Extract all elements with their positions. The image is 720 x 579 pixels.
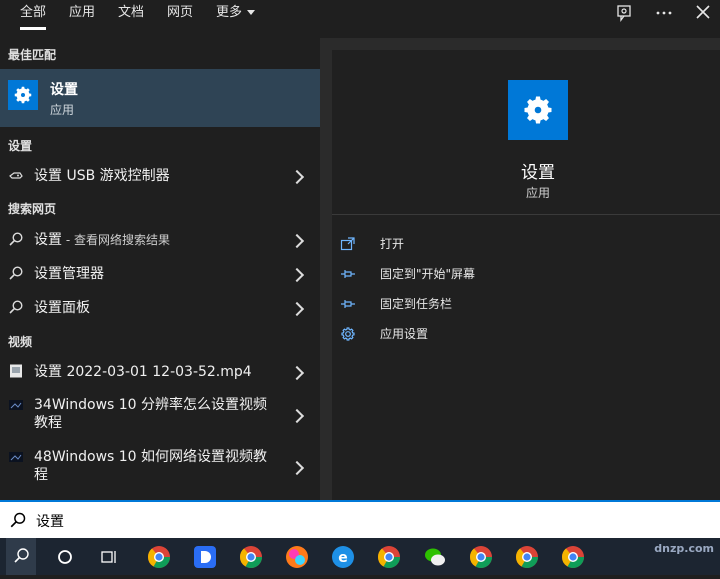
pin-icon (340, 296, 356, 312)
search-icon (9, 511, 27, 529)
tab-web[interactable]: 网页 (167, 0, 193, 38)
cortana-button[interactable] (52, 544, 78, 570)
search-icon (8, 299, 24, 315)
app-d-icon[interactable] (192, 544, 218, 570)
best-match-item[interactable] (0, 69, 320, 127)
detail-title: 设置 (521, 163, 555, 183)
web-result-suffix: - 查看网络搜索结果 (62, 233, 170, 247)
open-icon (340, 236, 356, 252)
list-item-video-3[interactable]: 48Windows 10 如何网络设置视频教 程 (0, 446, 320, 490)
list-item-usb-controller[interactable]: 设置 USB 游戏控制器 (0, 164, 320, 188)
section-settings: 设置 (8, 139, 33, 153)
gamepad-icon (8, 167, 24, 183)
detail-subtitle: 应用 (525, 186, 550, 200)
best-match-subtitle: 应用 (50, 103, 75, 117)
list-item-web-settings-panel[interactable]: 设置面板 (0, 296, 320, 320)
action-label: 打开 (380, 237, 405, 251)
video-file-icon (8, 363, 24, 379)
wechat-icon[interactable] (422, 544, 448, 570)
section-web: 搜索网页 (8, 202, 57, 216)
tab-apps[interactable]: 应用 (69, 0, 95, 38)
list-item-label-line1: 34Windows 10 分辨率怎么设置视频 (34, 397, 268, 413)
chevron-right-icon (289, 267, 305, 283)
chevron-right-icon (289, 301, 305, 317)
list-item-video-1[interactable]: 设置 2022-03-01 12-03-52.mp4 (0, 360, 320, 384)
video-thumbnail-icon (8, 449, 24, 465)
tab-all[interactable]: 全部 (20, 0, 47, 38)
photos-icon[interactable] (284, 544, 310, 570)
detail-pane: 设置 应用 打开 固定到"开始"屏幕 固定到任务栏 应用设置 (320, 38, 720, 500)
action-label: 应用设置 (380, 327, 429, 341)
watermark: dnzp.com (654, 542, 714, 555)
chrome-icon[interactable] (238, 544, 264, 570)
list-item-label: 34Windows 10 分辨率怎么设置视频 教程 (34, 396, 267, 432)
chrome-icon[interactable] (468, 544, 494, 570)
divider (332, 214, 720, 215)
list-item-video-2[interactable]: 34Windows 10 分辨率怎么设置视频 教程 (0, 394, 320, 438)
list-item-web-settings-manager[interactable]: 设置管理器 (0, 262, 320, 286)
list-item-web-settings[interactable]: 设置 - 查看网络搜索结果 (0, 228, 320, 252)
search-bar (0, 500, 720, 538)
more-icon[interactable] (654, 4, 674, 24)
taskbar: e dnzp.com (0, 538, 720, 575)
list-item-label-line2: 教程 (34, 415, 62, 431)
tab-more[interactable]: 更多 (216, 0, 256, 38)
list-item-label: 设置 - 查看网络搜索结果 (34, 231, 170, 249)
list-item-label-line1: 48Windows 10 如何网络设置视频教 (34, 449, 268, 465)
chevron-right-icon (289, 233, 305, 249)
list-item-label: 设置面板 (34, 300, 90, 316)
tab-documents[interactable]: 文档 (118, 0, 144, 38)
action-label: 固定到任务栏 (380, 297, 453, 311)
chevron-right-icon (289, 408, 305, 424)
list-item-label: 设置 USB 游戏控制器 (34, 168, 170, 184)
feedback-icon[interactable] (614, 4, 634, 24)
action-label: 固定到"开始"屏幕 (380, 267, 476, 281)
chrome-icon[interactable] (514, 544, 540, 570)
list-item-label: 48Windows 10 如何网络设置视频教 程 (34, 448, 267, 484)
task-view-button[interactable] (96, 544, 122, 570)
start-search-button[interactable] (6, 538, 36, 575)
close-icon[interactable] (693, 4, 713, 24)
search-filter-bar: 全部 应用 文档 网页 更多 (0, 0, 720, 38)
chevron-right-icon (289, 460, 305, 476)
chevron-right-icon (289, 169, 305, 185)
video-thumbnail-icon (8, 397, 24, 413)
edge-ie-icon[interactable]: e (330, 544, 356, 570)
search-input[interactable] (34, 508, 678, 534)
best-match-title: 设置 (50, 82, 78, 98)
tab-more-label: 更多 (216, 5, 243, 20)
gear-icon (340, 326, 356, 342)
section-video: 视频 (8, 335, 33, 349)
pin-icon (340, 266, 356, 282)
web-result-term: 设置 (34, 232, 62, 248)
chrome-icon[interactable] (146, 544, 172, 570)
results-list: 最佳匹配 设置 应用 设置 设置 USB 游戏控制器 搜索网页 设置 - 查看网… (0, 38, 320, 500)
chrome-icon[interactable] (376, 544, 402, 570)
chrome-icon[interactable] (560, 544, 586, 570)
list-item-label: 设置 2022-03-01 12-03-52.mp4 (34, 364, 252, 380)
list-item-label: 设置管理器 (34, 266, 104, 282)
section-best-match: 最佳匹配 (8, 48, 57, 62)
chevron-right-icon (289, 365, 305, 381)
search-icon (8, 265, 24, 281)
search-icon (8, 231, 24, 247)
settings-app-icon (508, 80, 568, 140)
list-item-label-line2: 程 (34, 467, 48, 483)
settings-app-icon (8, 80, 38, 110)
svg-text:e: e (338, 550, 348, 566)
chevron-down-icon (247, 10, 256, 15)
